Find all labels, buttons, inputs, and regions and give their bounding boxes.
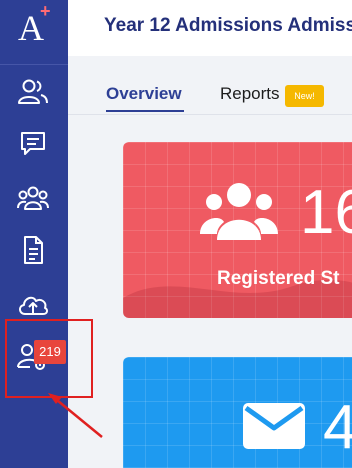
sidebar-item-users[interactable] [16,76,50,108]
logo-plus-mark: + [40,1,51,21]
chat-icon [21,132,45,155]
registered-count: 16 [300,178,352,247]
tabs-divider [68,114,352,115]
header: Year 12 Admissions Admissi [68,0,352,56]
tab-overview[interactable]: Overview [106,84,182,104]
page-title: Year 12 Admissions Admissi [104,15,352,36]
notification-badge: 219 [34,340,66,364]
envelope-icon [243,403,305,449]
sidebar-item-groups[interactable] [16,182,50,214]
app-logo[interactable]: A + [0,0,68,64]
active-tab-underline [106,110,184,112]
users-icon [200,183,278,240]
new-badge: New! [285,85,324,107]
sidebar: A + [0,0,68,468]
sidebar-item-documents[interactable] [16,234,50,266]
tab-reports[interactable]: Reports [220,84,280,104]
messages-card[interactable]: 4 [123,357,352,468]
tab-bar: Overview Reports New! [68,74,352,114]
sidebar-divider [0,64,68,65]
sidebar-item-messages[interactable] [16,128,50,160]
cloud-upload-icon [19,296,49,315]
group-icon [17,186,49,210]
messages-count: 4 [323,393,352,462]
registered-students-card[interactable]: 16 Registered St [123,142,352,318]
registered-label: Registered St [217,268,340,289]
sidebar-item-upload[interactable] [16,288,50,320]
users-icon [18,79,48,104]
document-icon [24,236,43,264]
card-grid-pattern [123,357,352,468]
